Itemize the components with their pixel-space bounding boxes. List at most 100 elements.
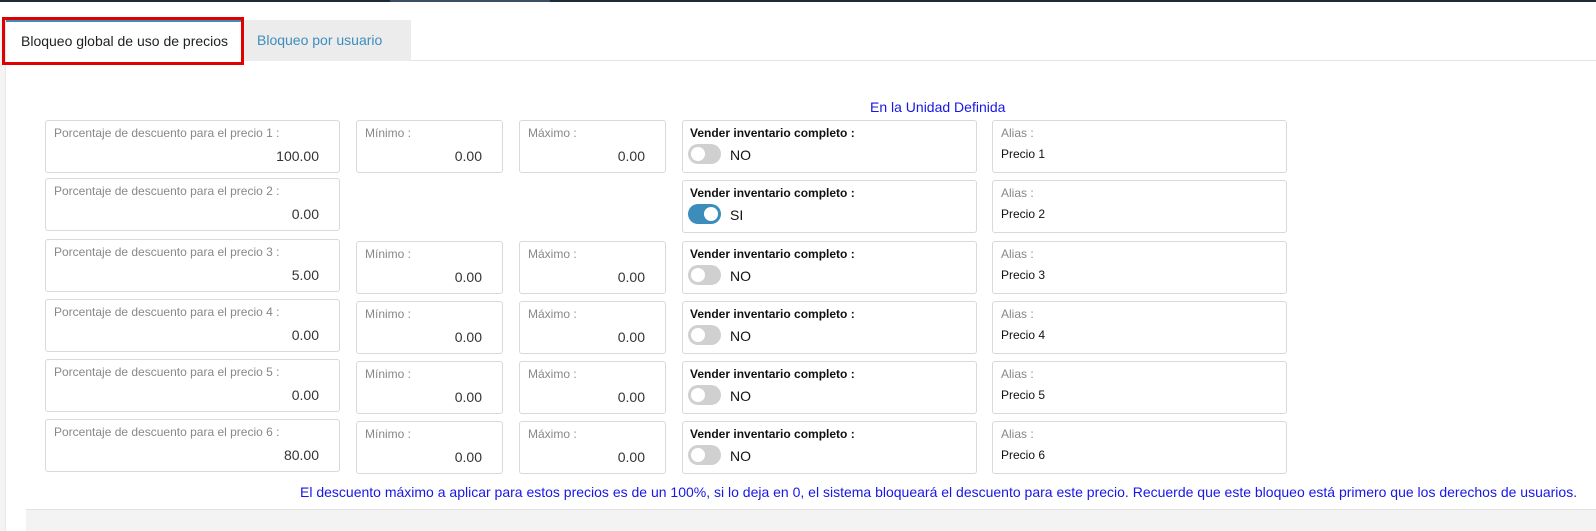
discount-value: 100.00 [276,148,319,164]
alias-value: Precio 4 [1001,328,1046,342]
maximo-field-3[interactable]: Máximo : 0.00 [519,241,666,294]
discount-value: 0.00 [291,327,319,343]
vender-inventario-5: Vender inventario completo : NO [682,361,977,414]
minimo-label: Mínimo : [365,247,412,261]
minimo-value: 0.00 [454,269,482,285]
alias-label: Alias : [1001,307,1034,321]
maximo-label: Máximo : [528,247,577,261]
discount-label: Porcentaje de descuento para el precio 4… [54,305,280,319]
vender-toggle-3[interactable] [688,265,721,285]
minimo-value: 0.00 [454,148,482,164]
tab-bar: Bloqueo global de uso de precios Bloqueo… [6,20,1596,61]
maximo-value: 0.00 [617,269,645,285]
discount-label: Porcentaje de descuento para el precio 5… [54,365,280,379]
minimo-field-3[interactable]: Mínimo : 0.00 [356,241,503,294]
toggle-knob [691,388,705,402]
maximo-field-5[interactable]: Máximo : 0.00 [519,361,666,414]
alias-label: Alias : [1001,367,1034,381]
vender-label: Vender inventario completo : [690,247,855,261]
maximo-field-4[interactable]: Máximo : 0.00 [519,301,666,354]
minimo-field-4[interactable]: Mínimo : 0.00 [356,301,503,354]
alias-field-1[interactable]: Alias : Precio 1 [992,120,1287,173]
minimo-value: 0.00 [454,389,482,405]
unit-title: En la Unidad Definida [870,99,1006,115]
alias-label: Alias : [1001,126,1034,140]
vender-toggle-4[interactable] [688,325,721,345]
maximo-field-1[interactable]: Máximo : 0.00 [519,120,666,173]
vender-toggle-text: SI [730,207,744,223]
toggle-knob [691,147,705,161]
discount-field-3[interactable]: Porcentaje de descuento para el precio 3… [45,239,340,292]
vender-toggle-6[interactable] [688,445,721,465]
alias-label: Alias : [1001,186,1034,200]
alias-field-3[interactable]: Alias : Precio 3 [992,241,1287,294]
discount-field-2[interactable]: Porcentaje de descuento para el precio 2… [45,178,340,231]
maximo-label: Máximo : [528,427,577,441]
maximo-value: 0.00 [617,148,645,164]
tab-bloqueo-global[interactable]: Bloqueo global de uso de precios [6,20,242,61]
alias-value: Precio 2 [1001,207,1046,221]
minimo-label: Mínimo : [365,427,412,441]
minimo-field-5[interactable]: Mínimo : 0.00 [356,361,503,414]
vender-inventario-6: Vender inventario completo : NO [682,421,977,474]
discount-value: 80.00 [283,447,319,463]
vender-toggle-text: NO [730,147,751,163]
maximo-value: 0.00 [617,449,645,465]
vender-inventario-1: Vender inventario completo : NO [682,120,977,173]
vender-inventario-3: Vender inventario completo : NO [682,241,977,294]
vender-label: Vender inventario completo : [690,427,855,441]
alias-label: Alias : [1001,427,1034,441]
alias-field-2[interactable]: Alias : Precio 2 [992,180,1287,233]
tab-bloqueo-por-usuario[interactable]: Bloqueo por usuario [242,20,411,61]
discount-field-5[interactable]: Porcentaje de descuento para el precio 5… [45,359,340,412]
alias-value: Precio 3 [1001,268,1046,282]
minimo-label: Mínimo : [365,126,412,140]
maximo-label: Máximo : [528,126,577,140]
vender-toggle-1[interactable] [688,144,721,164]
toggle-knob [691,328,705,342]
minimo-field-1[interactable]: Mínimo : 0.00 [356,120,503,173]
alias-value: Precio 1 [1001,147,1046,161]
discount-label: Porcentaje de descuento para el precio 6… [54,425,280,439]
minimo-value: 0.00 [454,449,482,465]
top-strip-accent [390,0,550,2]
top-strip [0,0,1596,2]
footer-bar [26,509,1596,531]
discount-field-4[interactable]: Porcentaje de descuento para el precio 4… [45,299,340,352]
vender-toggle-5[interactable] [688,385,721,405]
alias-value: Precio 5 [1001,388,1046,402]
discount-field-6[interactable]: Porcentaje de descuento para el precio 6… [45,419,340,472]
maximo-value: 0.00 [617,389,645,405]
vender-inventario-4: Vender inventario completo : NO [682,301,977,354]
alias-label: Alias : [1001,247,1034,261]
vender-label: Vender inventario completo : [690,367,855,381]
discount-value: 0.00 [291,387,319,403]
discount-value: 0.00 [291,206,319,222]
vender-label: Vender inventario completo : [690,186,855,200]
vender-toggle-text: NO [730,448,751,464]
minimo-label: Mínimo : [365,367,412,381]
discount-value: 5.00 [291,267,319,283]
maximo-label: Máximo : [528,367,577,381]
discount-label: Porcentaje de descuento para el precio 3… [54,245,280,259]
minimo-label: Mínimo : [365,307,412,321]
vender-toggle-text: NO [730,268,751,284]
alias-field-6[interactable]: Alias : Precio 6 [992,421,1287,474]
vender-toggle-2[interactable] [688,204,721,224]
vender-inventario-2: Vender inventario completo : SI [682,180,977,233]
discount-footnote: El descuento máximo a aplicar para estos… [300,484,1578,500]
vender-toggle-text: NO [730,388,751,404]
discount-label: Porcentaje de descuento para el precio 1… [54,126,280,140]
alias-value: Precio 6 [1001,448,1046,462]
discount-label: Porcentaje de descuento para el precio 2… [54,184,280,198]
discount-field-1[interactable]: Porcentaje de descuento para el precio 1… [45,120,340,173]
maximo-value: 0.00 [617,329,645,345]
toggle-knob [691,448,705,462]
maximo-field-6[interactable]: Máximo : 0.00 [519,421,666,474]
minimo-field-6[interactable]: Mínimo : 0.00 [356,421,503,474]
alias-field-5[interactable]: Alias : Precio 5 [992,361,1287,414]
maximo-label: Máximo : [528,307,577,321]
vender-label: Vender inventario completo : [690,126,855,140]
alias-field-4[interactable]: Alias : Precio 4 [992,301,1287,354]
minimo-value: 0.00 [454,329,482,345]
